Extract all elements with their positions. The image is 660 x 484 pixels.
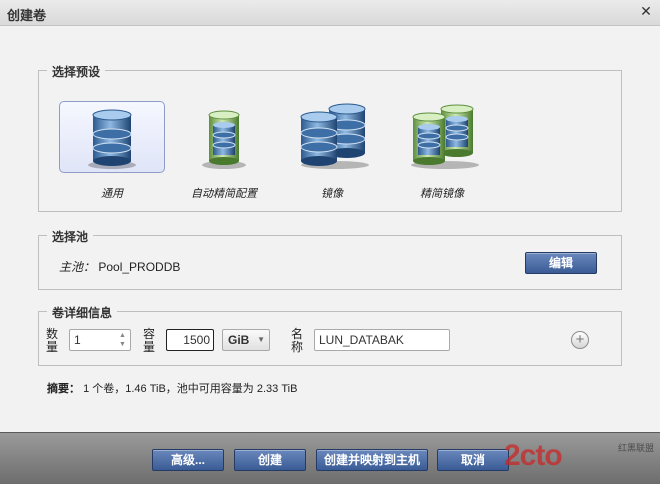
preset-legend: 选择预设 [47, 63, 106, 80]
add-icon[interactable]: + [571, 331, 589, 349]
title-bar: 创建卷 ✕ [0, 0, 660, 26]
details-legend: 卷详细信息 [47, 304, 118, 321]
pool-label: 主池： [59, 260, 96, 274]
count-label: 数量 [46, 327, 59, 354]
watermark-subtext: 红黑联盟 [617, 443, 654, 453]
unit-value: GiB [228, 333, 250, 347]
cancel-button[interactable]: 取消 [437, 449, 509, 471]
watermark: 2cto 红黑联盟 [504, 439, 654, 479]
preset-group: 选择预设 通用 自动精简配置 镜像 精简镜像 [38, 63, 622, 212]
watermark-logo: 2cto [504, 439, 563, 472]
stepper-arrows-icon[interactable]: ▲ ▼ [116, 331, 129, 349]
count-stepper[interactable]: 1 ▲ ▼ [69, 329, 131, 351]
name-field[interactable]: LUN_DATABAK [314, 329, 450, 351]
preset-thin-provision[interactable]: 自动精简配置 [171, 101, 277, 203]
preset-mirror[interactable]: 镜像 [279, 101, 385, 203]
thin-mirror-database-icon [411, 104, 479, 169]
capacity-value: 1500 [183, 333, 210, 347]
preset-general[interactable]: 通用 [59, 101, 165, 203]
unit-select[interactable]: GiB ▼ [222, 329, 270, 351]
mirror-database-icon [300, 103, 369, 169]
edit-button[interactable]: 编辑 [525, 252, 597, 274]
name-label: 名称 [291, 327, 304, 354]
chevron-down-icon: ▼ [257, 335, 265, 344]
count-value: 1 [74, 333, 81, 347]
preset-thin-mirror[interactable]: 精简镜像 [389, 101, 495, 203]
create-and-map-button[interactable]: 创建并映射到主机 [316, 449, 428, 471]
pool-group: 选择池 主池： Pool_PRODDB 编辑 [38, 228, 622, 290]
thin-provision-database-icon [202, 110, 246, 169]
database-icon [88, 109, 136, 169]
name-value: LUN_DATABAK [319, 333, 404, 347]
create-button[interactable]: 创建 [234, 449, 306, 471]
pool-legend: 选择池 [47, 228, 94, 245]
pool-info: 主池： Pool_PRODDB [59, 258, 180, 275]
close-icon[interactable]: ✕ [638, 3, 654, 19]
capacity-label: 容量 [143, 327, 156, 354]
summary-text: 1 个卷，1.46 TiB，池中可用容量为 2.33 TiB [83, 383, 298, 395]
button-bar: 高级... 创建 创建并映射到主机 取消 2cto 红黑联盟 [0, 432, 660, 484]
summary: 摘要： 1 个卷，1.46 TiB，池中可用容量为 2.33 TiB [47, 380, 297, 396]
capacity-field[interactable]: 1500 [166, 329, 214, 351]
summary-label: 摘要： [47, 383, 80, 395]
window-title: 创建卷 [7, 8, 47, 23]
pool-value: Pool_PRODDB [98, 260, 181, 274]
preset-label: 精简镜像 [420, 188, 464, 200]
advanced-button[interactable]: 高级... [152, 449, 224, 471]
